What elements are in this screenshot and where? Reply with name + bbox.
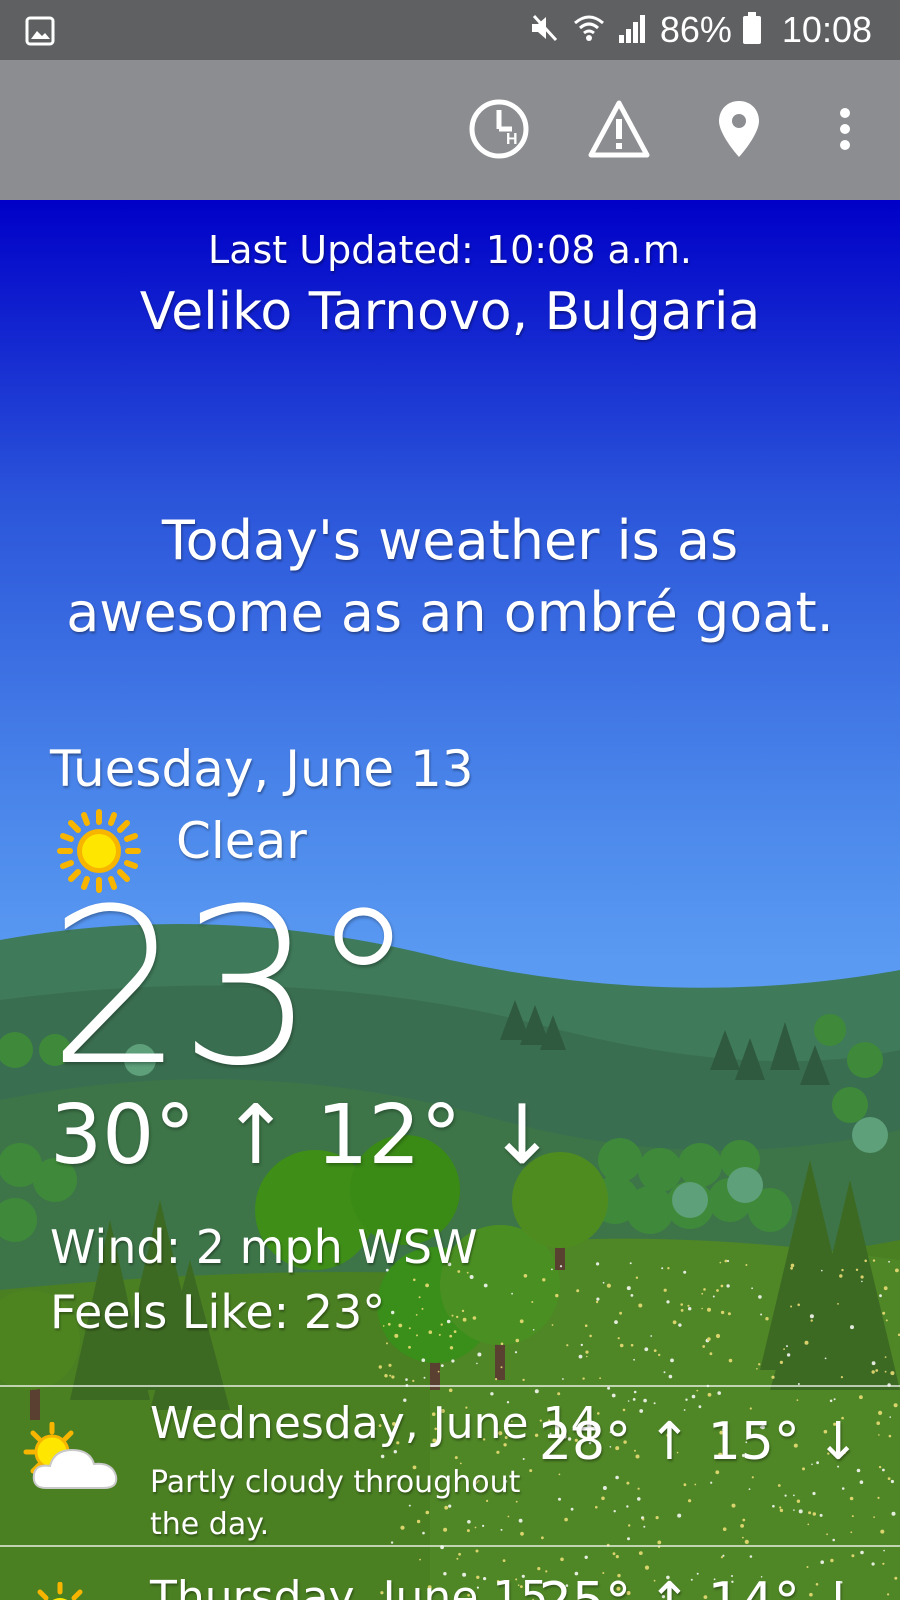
status-time: 10:08 — [781, 9, 872, 50]
divider — [0, 1545, 900, 1547]
history-button[interactable]: H — [466, 98, 532, 164]
overflow-menu-icon — [838, 107, 852, 155]
app-toolbar: H — [0, 60, 900, 200]
wind-info: Wind: 2 mph WSW — [50, 1220, 478, 1274]
history-icon: H — [468, 98, 530, 164]
location-button[interactable] — [706, 98, 772, 164]
overflow-menu-button[interactable] — [812, 98, 878, 164]
sun-icon — [30, 1581, 90, 1600]
battery-icon — [742, 11, 762, 49]
location-pin-icon — [717, 99, 761, 163]
gallery-icon — [25, 16, 55, 50]
current-temperature: 23° — [48, 862, 417, 1113]
alert-icon — [587, 99, 651, 163]
weather-quote: Today's weather is as awesome as an ombr… — [66, 509, 834, 644]
battery-percent: 86% — [659, 9, 732, 50]
last-updated: Last Updated: 10:08 a.m. — [208, 228, 692, 272]
today-date: Tuesday, June 13 — [50, 740, 474, 798]
location-name: Veliko Tarnovo, Bulgaria — [139, 282, 761, 342]
partly-cloudy-icon — [22, 1421, 126, 1500]
svg-text:H: H — [506, 131, 518, 148]
forecast-day: Wednesday, June 14 — [150, 1398, 599, 1449]
weather-scene: Last Updated: 10:08 a.m. Veliko Tarnovo,… — [0, 200, 900, 1600]
mute-icon — [528, 11, 562, 49]
divider — [0, 1385, 900, 1387]
signal-icon — [616, 11, 650, 49]
forecast-day: Thursday, June 15 — [150, 1572, 549, 1600]
feels-like: Feels Like: 23° — [50, 1285, 386, 1339]
today-high-low: 30° ↑ 12° ↓ — [50, 1088, 557, 1183]
forecast-summary: Partly cloudy throughout the day. — [150, 1465, 521, 1542]
wifi-icon — [572, 11, 606, 49]
forecast-high-low: 25° ↑ 14° ↓ — [539, 1572, 860, 1600]
alerts-button[interactable] — [586, 98, 652, 164]
status-bar: 86% 10:08 — [0, 0, 900, 60]
forecast-high-low: 28° ↑ 15° ↓ — [538, 1412, 860, 1472]
